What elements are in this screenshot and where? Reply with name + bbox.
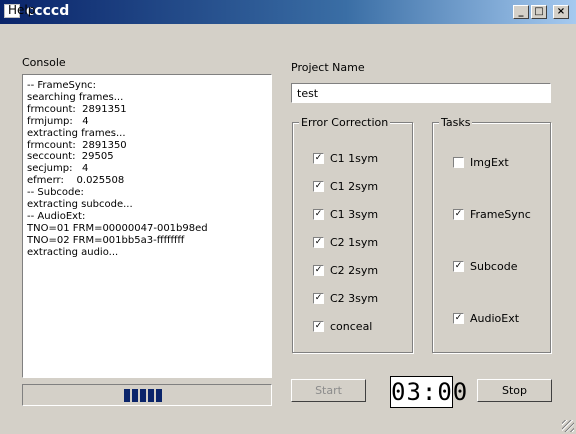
checkmark-icon[interactable]: ✓ — [313, 153, 324, 164]
checkmark-icon[interactable]: ✓ — [453, 209, 464, 220]
checkmark-icon[interactable]: ✓ — [313, 293, 324, 304]
console-line: frmjump: 4 — [27, 115, 89, 127]
checkmark-icon[interactable]: ✓ — [453, 261, 464, 272]
console-line: TNO=02 FRM=001bb5a3-ffffffff — [27, 234, 185, 246]
checkmark-icon[interactable]: ✓ — [313, 209, 324, 220]
project-name-input[interactable]: test — [291, 83, 551, 103]
console-line: -- Subcode: — [27, 187, 84, 199]
checkmark-icon[interactable]: ✓ — [313, 237, 324, 248]
resize-grip[interactable] — [562, 420, 574, 432]
progress-chunk — [148, 389, 155, 402]
checkmark-icon[interactable]: ✓ — [313, 181, 324, 192]
console-line: efmerr: 0.025508 — [27, 175, 125, 187]
checkbox-label: ImgExt — [470, 156, 509, 169]
menu-bar — [0, 24, 576, 42]
checkbox-empty-icon[interactable] — [453, 157, 464, 168]
checkbox-label: C1 3sym — [330, 208, 379, 221]
console-line: searching frames... — [27, 91, 124, 103]
console-line: secjump: 4 — [27, 163, 89, 175]
checkbox-label: FrameSync — [470, 208, 531, 221]
console-line: frmcount: 2891350 — [27, 139, 127, 151]
menu-help[interactable]: Help — [8, 3, 35, 17]
progress-chunk — [124, 389, 131, 402]
console-output[interactable]: -- FrameSync: searching frames... frmcount… — [22, 74, 272, 378]
project-name-value: test — [297, 87, 319, 100]
tasks-title: Tasks — [439, 116, 473, 129]
console-line: extracting frames... — [27, 127, 126, 139]
progress-bar — [22, 384, 272, 406]
checkbox-label: Subcode — [470, 260, 518, 273]
checkmark-icon[interactable]: ✓ — [313, 321, 324, 332]
error-correction-title: Error Correction — [299, 116, 391, 129]
progress-chunk — [132, 389, 139, 402]
checkbox-label: C1 1sym — [330, 152, 379, 165]
console-line: seccount: 29505 — [27, 151, 114, 163]
tasks-group: Tasks ImgExt ✓ FrameSync ✓ Subcode ✓ AudioExt — [432, 116, 551, 353]
console-label: Console — [22, 56, 66, 69]
console-line: TNO=01 FRM=00000047-001b98ed — [27, 222, 208, 234]
console-line: -- FrameSync: — [27, 80, 97, 91]
checkbox-label: C1 2sym — [330, 180, 379, 193]
project-name-label: Project Name — [291, 61, 365, 74]
checkbox-label: C2 1sym — [330, 236, 379, 249]
console-line: extracting subcode... — [27, 199, 133, 211]
start-button[interactable]: Start — [291, 379, 366, 402]
stop-button[interactable]: Stop — [477, 379, 552, 402]
error-correction-group: Error Correction ✓ C1 1sym ✓ C1 2sym ✓ C1 3sy… — [292, 116, 413, 353]
maximize-button[interactable]: □ — [531, 5, 547, 19]
title-bar[interactable] — [0, 0, 576, 24]
console-line: -- AudioExt: — [27, 210, 86, 222]
checkbox-label: AudioExt — [470, 312, 520, 325]
progress-chunk — [140, 389, 147, 402]
checkbox-label: C2 3sym — [330, 292, 379, 305]
console-text: -- FrameSync: searching frames... frmcount… — [27, 80, 208, 259]
checkmark-icon[interactable]: ✓ — [313, 265, 324, 276]
minimize-button[interactable]: _ — [513, 5, 529, 19]
console-line: frmcount: 2891351 — [27, 103, 127, 115]
progress-chunk — [156, 389, 163, 402]
checkmark-icon[interactable]: ✓ — [453, 313, 464, 324]
countdown-timer: 03:00 — [390, 376, 469, 408]
console-line: extracting audio... — [27, 246, 119, 258]
checkbox-label: C2 2sym — [330, 264, 379, 277]
checkbox-label: conceal — [330, 320, 373, 333]
close-button[interactable]: × — [553, 5, 569, 19]
